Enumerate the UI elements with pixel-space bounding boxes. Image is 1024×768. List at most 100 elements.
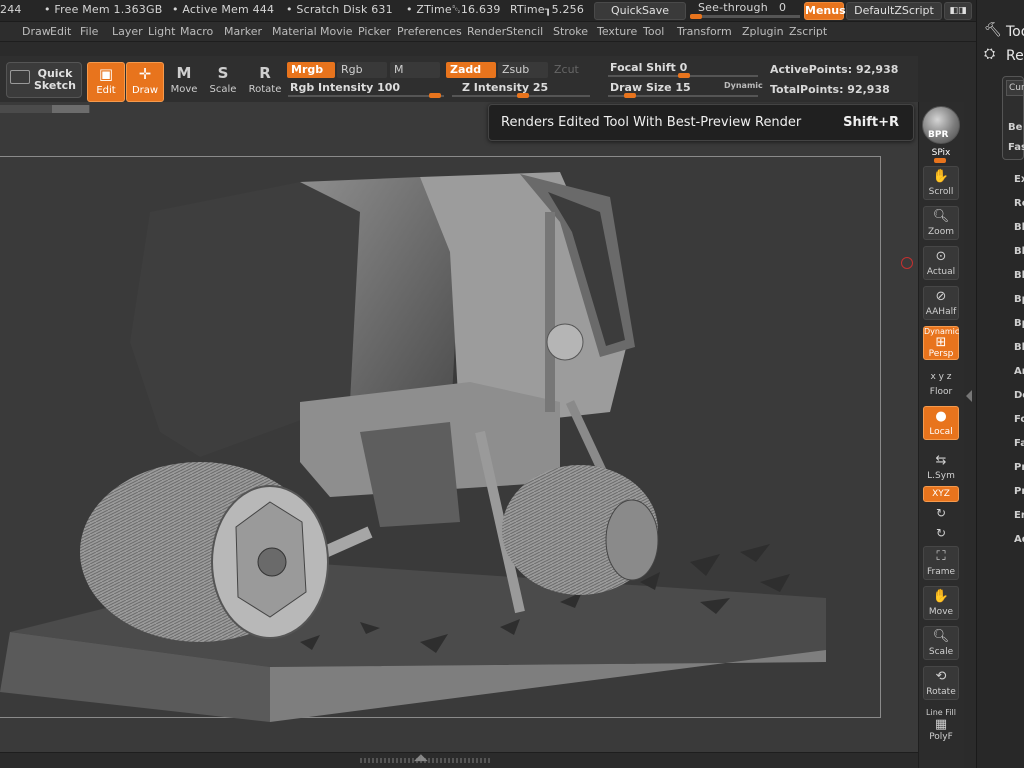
aahalf-button[interactable]: ⊘ AAHalf [923,286,959,320]
render-property-8[interactable]: Ar [1014,366,1024,377]
layout-toggle-icon[interactable]: ◧◨ [944,2,972,20]
rotate-button[interactable]: R Rotate [246,62,284,102]
default-zscript-button[interactable]: DefaultZScript [846,2,942,20]
render-property-7[interactable]: Bl [1014,342,1024,353]
menus-button[interactable]: Menus [804,2,846,20]
render-property-4[interactable]: Bl [1014,270,1024,281]
menu-macro[interactable]: Macro [180,25,213,38]
draw-size-thumb[interactable] [624,93,636,98]
render-property-1[interactable]: Re [1014,198,1024,209]
zoom-button[interactable]: 🔍︎ Zoom [923,206,959,240]
floor-button[interactable]: x y z Floor [923,366,959,400]
render-property-12[interactable]: Pr [1014,462,1024,473]
menu-preferences[interactable]: Preferences [397,25,462,38]
spix-label[interactable]: SPix [922,148,960,158]
hammer-icon[interactable]: 🔨︎ [984,22,1002,38]
scale-icon: S [217,64,229,82]
move-view-button[interactable]: ✋ Move [923,586,959,620]
edit-label: Edit [96,85,116,96]
persp-button[interactable]: Dynamic ⊞ Persp [923,326,959,360]
focal-shift-thumb[interactable] [678,73,690,78]
m-toggle[interactable]: M [390,62,440,78]
z-intensity-label: Z Intensity 25 [462,81,549,94]
menu-stencil[interactable]: Stencil [506,25,543,38]
scroll-button[interactable]: ✋ Scroll [923,166,959,200]
dynamic-toggle[interactable]: Dynamic [724,81,763,90]
render-property-14[interactable]: En [1014,510,1024,521]
menu-zscript[interactable]: Zscript [789,25,827,38]
menu-edit[interactable]: Edit [50,25,71,38]
scale-button[interactable]: S Scale [204,62,242,102]
draw-icon: ✛ [138,65,152,83]
menu-transform[interactable]: Transform [677,25,732,38]
quick-sketch-icon [10,70,30,84]
render-item-fast[interactable]: Fas [1008,142,1024,153]
render-property-2[interactable]: Bl [1014,222,1024,233]
menu-render[interactable]: Render [467,25,506,38]
move-button[interactable]: M Move [165,62,203,102]
render-property-11[interactable]: Fa [1014,438,1024,449]
mrgb-toggle[interactable]: Mrgb [287,62,335,78]
actual-button[interactable]: ⊙ Actual [923,246,959,280]
menu-light[interactable]: Light [148,25,175,38]
rgb-intensity-thumb[interactable] [429,93,441,98]
zadd-toggle[interactable]: Zadd [446,62,496,78]
render-palette-title[interactable]: Ren [1006,48,1024,64]
current-render-select[interactable]: Cur [1006,80,1024,96]
render-property-13[interactable]: Pr [1014,486,1024,497]
menu-material[interactable]: Material [272,25,317,38]
model-render[interactable] [0,102,918,752]
lsym-button[interactable]: ⇆ L.Sym [923,450,959,484]
rgb-toggle[interactable]: Rgb [337,62,387,78]
see-through-slider[interactable] [690,15,800,18]
see-through-thumb[interactable] [690,14,702,19]
rgb-intensity-slider[interactable] [288,95,444,97]
zsub-toggle[interactable]: Zsub [498,62,548,78]
xyz-button[interactable]: XYZ [923,486,959,502]
tool-palette-title[interactable]: Too [1006,24,1024,40]
menu-zplugin[interactable]: Zplugin [742,25,784,38]
menu-picker[interactable]: Picker [358,25,391,38]
zcut-toggle[interactable]: Zcut [550,62,590,78]
menu-tool[interactable]: Tool [643,25,664,38]
menu-stroke[interactable]: Stroke [553,25,588,38]
render-icon[interactable]: ⛭ [984,46,995,62]
frame-button[interactable]: ⛶ Frame [923,546,959,580]
scale-label: Scale [209,84,237,95]
quicksave-button[interactable]: QuickSave [594,2,686,20]
edit-button[interactable]: ▣ Edit [87,62,125,102]
scale-view-button[interactable]: 🔍︎ Scale [923,626,959,660]
menu-draw[interactable]: Draw [22,25,51,38]
render-property-3[interactable]: Bl [1014,246,1024,257]
rotate-view-label: Rotate [926,687,956,697]
render-property-9[interactable]: De [1014,390,1024,401]
spix-thumb[interactable] [934,158,946,163]
front-wheel-center [257,547,287,577]
polyf-icon: ▦ [934,717,948,732]
render-property-5[interactable]: Bp [1014,294,1024,305]
menu-texture[interactable]: Texture [597,25,637,38]
actual-label: Actual [926,267,956,277]
render-property-0[interactable]: Ex [1014,174,1024,185]
render-property-15[interactable]: Ad [1014,534,1024,545]
menu-layer[interactable]: Layer [112,25,143,38]
move-hand-icon: ✋ [932,589,950,604]
render-property-6[interactable]: Bp [1014,318,1024,329]
rotate-view-button[interactable]: ⟲ Rotate [923,666,959,700]
collapse-arrow-icon[interactable] [966,390,972,402]
rear-wheel-hub [605,499,659,581]
draw-button[interactable]: ✛ Draw [126,62,164,102]
draw-size-label: Draw Size 15 [610,81,691,94]
status-bar: 244 • Free Mem 1.363GB • Active Mem 444 … [0,0,976,22]
tray-toggle-icon[interactable]: ◢◣ [414,753,428,763]
rotate-y-icon[interactable]: ↻ [922,506,960,520]
rotate-z-icon[interactable]: ↻ [922,526,960,540]
menu-movie[interactable]: Movie [320,25,353,38]
z-intensity-thumb[interactable] [517,93,529,98]
local-button[interactable]: ● Local [923,406,959,440]
menu-marker[interactable]: Marker [224,25,262,38]
polyf-button[interactable]: Line Fill ▦ PolyF [923,706,959,742]
menu-file[interactable]: File [80,25,98,38]
render-property-10[interactable]: Fo [1014,414,1024,425]
render-item-best[interactable]: Be [1008,122,1022,133]
